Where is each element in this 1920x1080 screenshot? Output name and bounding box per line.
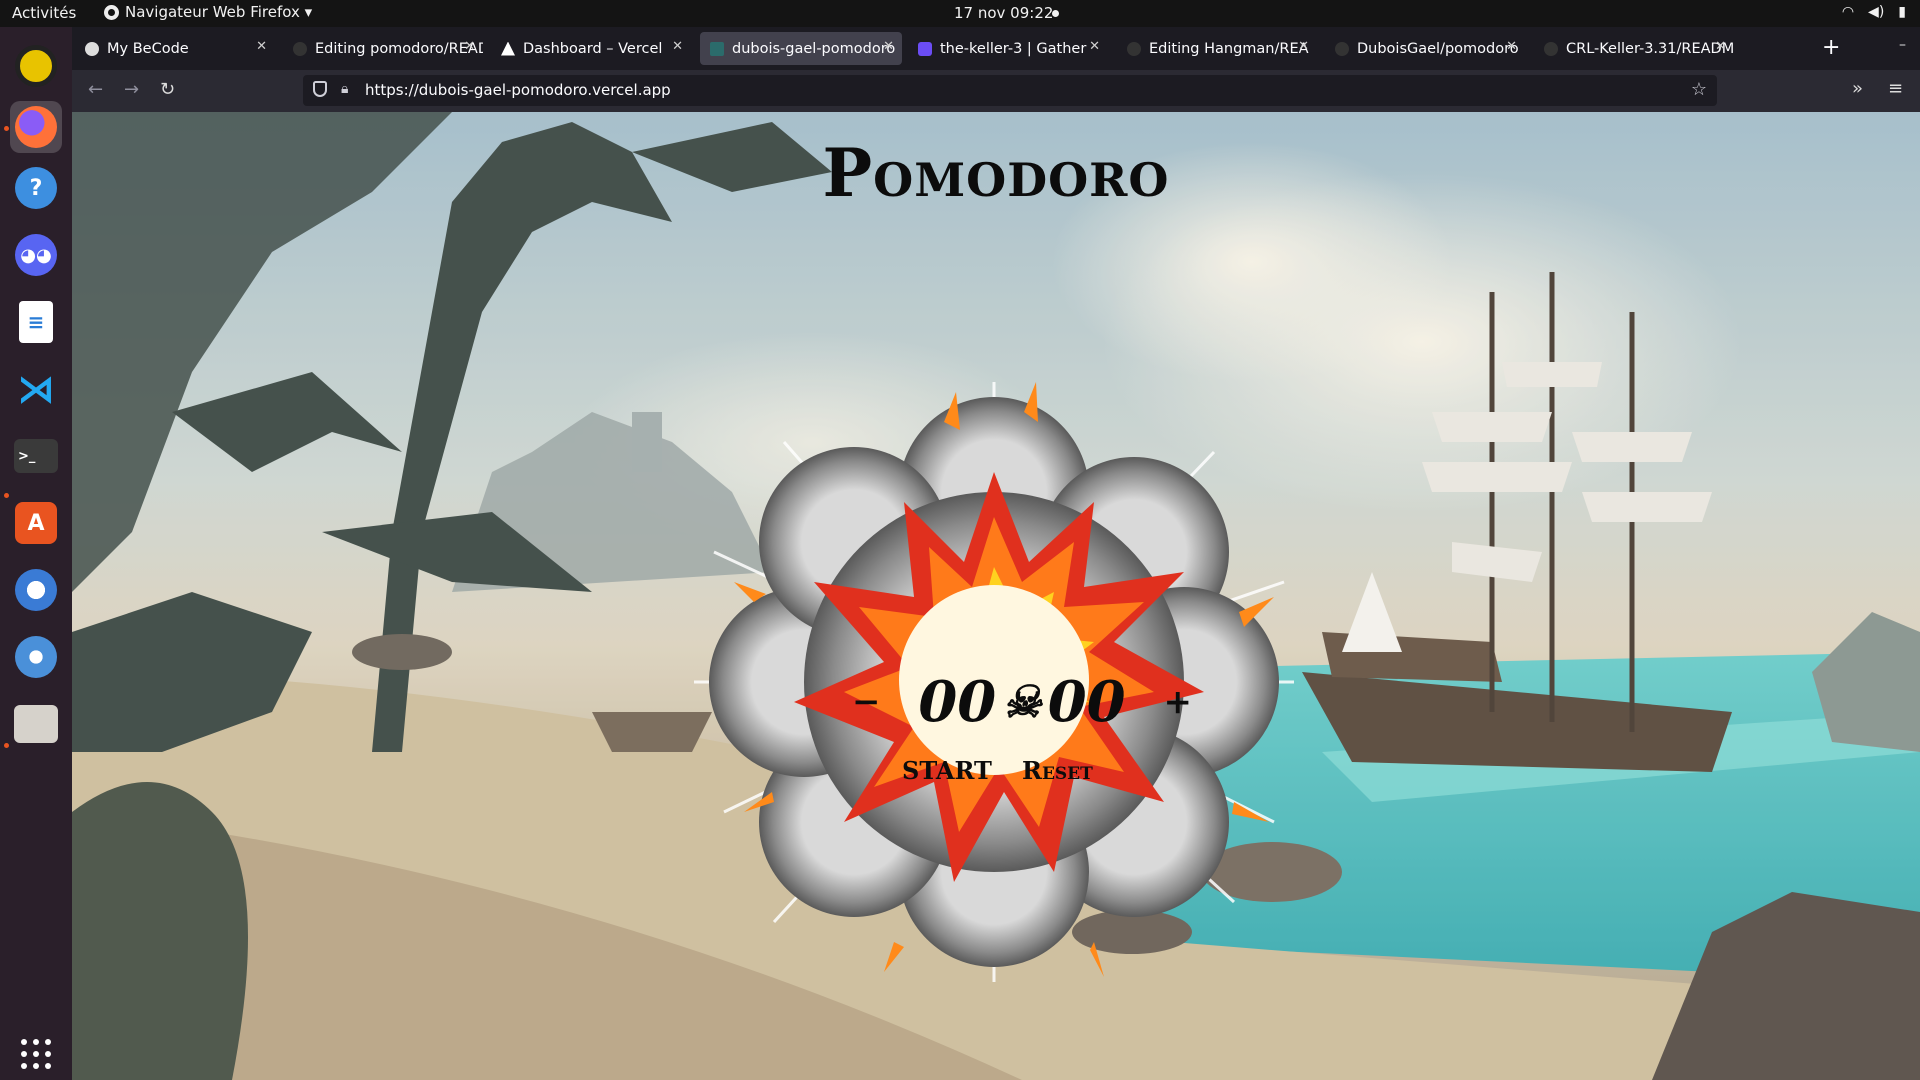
close-tab-icon[interactable]: ✕ <box>1506 39 1517 54</box>
tab[interactable]: the-keller-3 | Gather ✕ <box>908 32 1108 65</box>
github-favicon <box>293 41 307 56</box>
show-applications-button[interactable] <box>10 1028 62 1080</box>
web-page: Pomodoro − 00 ☠ 00 + START Reset <box>72 112 1920 1080</box>
tab-label: dubois-gael-pomodoro <box>732 40 896 57</box>
timer-controls: − 00 ☠ 00 + <box>852 667 1192 737</box>
reload-icon[interactable]: ↻ <box>160 79 175 100</box>
dock-item-vscode[interactable]: ⋊ <box>10 363 62 415</box>
dock-item-files[interactable] <box>10 698 62 750</box>
minimize-icon[interactable]: – <box>1899 37 1906 53</box>
tab-bar: My BeCode ✕ Editing pomodoro/READ ✕ Dash… <box>72 27 1920 70</box>
dock-item-writer[interactable]: ≡ <box>10 296 62 348</box>
running-indicator <box>4 493 9 498</box>
bookmark-star-icon[interactable]: ☆ <box>1691 79 1707 100</box>
dock-item-thunderbird[interactable] <box>10 564 62 616</box>
dock-item-software[interactable]: A <box>10 497 62 549</box>
dock-item-firefox[interactable] <box>10 101 62 153</box>
discord-icon: ◕◕ <box>15 234 57 276</box>
increase-time-button[interactable]: + <box>1163 682 1192 722</box>
url-text[interactable]: https://dubois-gael-pomodoro.vercel.app <box>365 81 671 99</box>
dock: ? ◕◕ ≡ ⋊ >_ A <box>0 27 72 1080</box>
tracking-protection-icon[interactable] <box>313 81 327 97</box>
overflow-menu-icon[interactable]: » <box>1852 78 1863 99</box>
tab[interactable]: DuboisGael/pomodoro ✕ <box>1325 32 1525 65</box>
timer-minutes: 00 <box>918 669 997 735</box>
tab-label: the-keller-3 | Gather <box>940 40 1087 57</box>
becode-favicon <box>85 41 99 56</box>
dock-item-terminal[interactable]: >_ <box>10 430 62 482</box>
start-button[interactable]: START <box>902 756 992 785</box>
github-favicon <box>1544 41 1558 56</box>
close-tab-icon[interactable]: ✕ <box>464 39 475 54</box>
dock-item-chromium[interactable] <box>10 631 62 683</box>
timer-display: 00 ☠ 00 <box>918 669 1125 735</box>
github-favicon <box>1127 41 1141 56</box>
tab-label: DuboisGael/pomodoro <box>1357 40 1519 57</box>
app-menu-label: Navigateur Web Firefox ▾ <box>125 3 313 21</box>
battery-icon: ▮ <box>1898 4 1906 20</box>
tab-label: Dashboard – Vercel <box>523 40 663 57</box>
tab-label: My BeCode <box>107 40 189 57</box>
tab[interactable]: Editing pomodoro/READ ✕ <box>283 32 483 65</box>
app-menu[interactable]: Navigateur Web Firefox ▾ <box>104 3 312 21</box>
thunderbird-icon <box>15 569 57 611</box>
decrease-time-button[interactable]: − <box>852 682 881 722</box>
grid-icon <box>21 1039 51 1069</box>
back-icon[interactable]: ← <box>88 79 103 100</box>
skull-separator-icon: ☠ <box>1002 676 1042 728</box>
navigation-bar: ← → ↻ 🔒︎ https://dubois-gael-pomodoro.ve… <box>72 70 1920 113</box>
chromium-icon <box>15 636 57 678</box>
lock-icon[interactable]: 🔒︎ <box>341 81 348 97</box>
writer-icon: ≡ <box>19 301 53 343</box>
vercel-favicon <box>501 41 515 56</box>
ubuntu-software-icon: A <box>15 502 57 544</box>
tab-selected[interactable]: dubois-gael-pomodoro ✕ <box>700 32 902 65</box>
tab[interactable]: CRL-Keller-3.31/READM ✕ <box>1534 32 1734 65</box>
system-tray[interactable]: ◠ ◀) ▮ <box>1842 4 1906 20</box>
close-tab-icon[interactable]: ✕ <box>1089 39 1100 54</box>
notification-dot <box>1052 10 1059 17</box>
dock-item-rhythmbox[interactable] <box>10 40 62 92</box>
close-tab-icon[interactable]: ✕ <box>672 39 683 54</box>
page-title: Pomodoro <box>822 134 1170 212</box>
pomodoro-favicon <box>710 41 724 56</box>
tab-label: Editing Hangman/REA <box>1149 40 1309 57</box>
gnome-top-bar: Activités Navigateur Web Firefox ▾ 17 no… <box>0 0 1920 27</box>
hamburger-menu-icon[interactable]: ≡ <box>1888 78 1903 99</box>
tab[interactable]: My BeCode ✕ <box>75 32 275 65</box>
url-bar[interactable]: 🔒︎ https://dubois-gael-pomodoro.vercel.a… <box>303 75 1717 106</box>
firefox-icon <box>15 106 57 148</box>
terminal-icon: >_ <box>14 439 58 473</box>
volume-icon: ◀) <box>1868 4 1885 20</box>
reset-button[interactable]: Reset <box>1022 756 1093 785</box>
running-indicator <box>4 126 9 131</box>
forward-icon[interactable]: → <box>124 79 139 100</box>
new-tab-button[interactable]: + <box>1822 35 1840 60</box>
gather-favicon <box>918 41 932 56</box>
clock[interactable]: 17 nov 09:22 <box>954 4 1053 22</box>
vscode-icon: ⋊ <box>17 367 55 411</box>
dock-item-help[interactable]: ? <box>10 162 62 214</box>
dock-item-discord[interactable]: ◕◕ <box>10 229 62 281</box>
timer-seconds: 00 <box>1047 669 1126 735</box>
tab-label: CRL-Keller-3.31/READM <box>1566 40 1734 57</box>
tab-label: Editing pomodoro/READ <box>315 40 483 57</box>
help-icon: ? <box>15 167 57 209</box>
tab[interactable]: Editing Hangman/REA ✕ <box>1117 32 1317 65</box>
github-favicon <box>1335 41 1349 56</box>
firefox-small-icon <box>104 4 119 20</box>
rhythmbox-icon <box>15 45 57 87</box>
wifi-icon: ◠ <box>1841 4 1855 20</box>
tab[interactable]: Dashboard – Vercel ✕ <box>491 32 691 65</box>
close-tab-icon[interactable]: ✕ <box>1715 39 1726 54</box>
close-tab-icon[interactable]: ✕ <box>1298 39 1309 54</box>
close-tab-icon[interactable]: ✕ <box>883 39 894 54</box>
files-icon <box>14 705 58 743</box>
activities-button[interactable]: Activités <box>12 4 76 22</box>
running-indicator <box>4 743 9 748</box>
close-tab-icon[interactable]: ✕ <box>256 39 267 54</box>
